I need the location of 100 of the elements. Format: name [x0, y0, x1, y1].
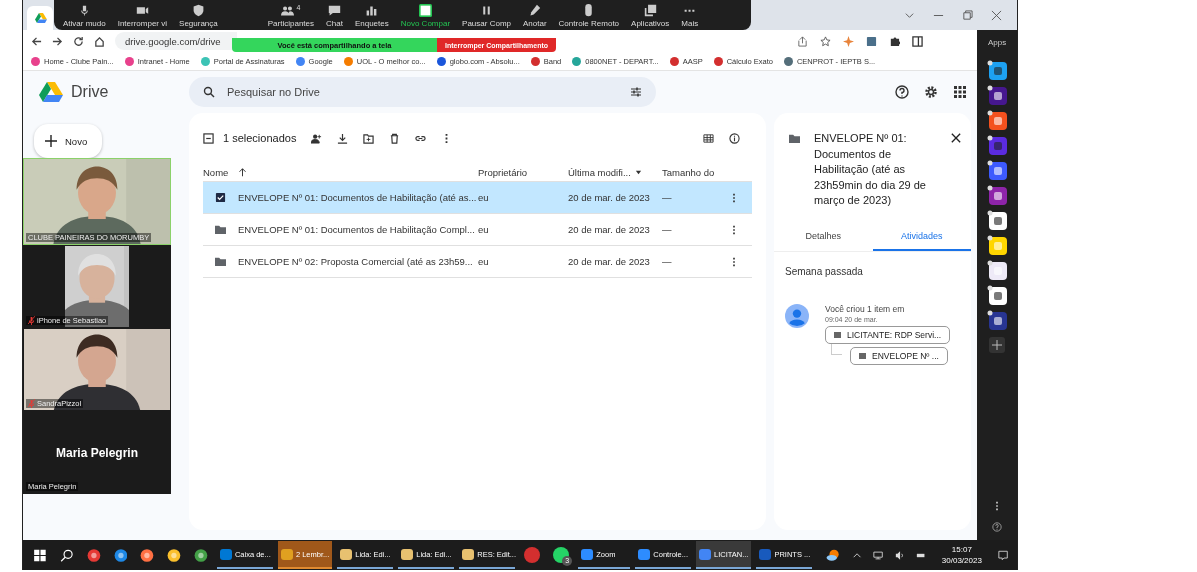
star-icon[interactable]	[820, 35, 831, 47]
more-icon[interactable]	[732, 224, 736, 235]
toolbar-button[interactable]: Aplicativos	[630, 4, 671, 28]
app-icon[interactable]	[987, 235, 1008, 255]
toolbar-button[interactable]: Anotar	[522, 4, 548, 28]
settings-icon[interactable]	[924, 85, 939, 99]
toolbar-button[interactable]: Novo Compar	[399, 4, 452, 28]
column-header[interactable]: Proprietário	[478, 166, 528, 178]
search-bar[interactable]: Pesquisar no Drive	[189, 77, 656, 107]
app-icon[interactable]	[987, 85, 1008, 105]
date-cell: 20 de mar. de 2023	[568, 192, 650, 203]
toolbar-button[interactable]: Pausar Comp	[461, 4, 512, 28]
address-bar[interactable]: drive.google.com/drive	[115, 32, 237, 50]
app-icon[interactable]	[987, 260, 1008, 280]
apps-grid-icon[interactable]	[953, 85, 968, 99]
app-icon[interactable]	[987, 135, 1008, 155]
file-row[interactable]: ENVELOPE Nº 01: Documentos de Habilitação (até as... eu 20 de mar. de 2023 —	[203, 182, 752, 214]
file-name: ENVELOPE Nº 01: Documentos de Habilitação Compl...	[238, 224, 475, 235]
side-panel-icon[interactable]	[912, 35, 923, 47]
toolbar-button[interactable]: Controle Remoto	[557, 4, 621, 28]
file-row[interactable]: ENVELOPE Nº 01: Documentos de Habilitação Compl... eu 20 de mar. de 2023 —	[203, 214, 752, 246]
activity-text: Você criou 1 item em	[825, 303, 905, 314]
help-icon[interactable]	[895, 85, 910, 99]
column-header[interactable]: Tamanho do	[662, 166, 715, 178]
folder-icon	[789, 133, 800, 144]
toolbar-button[interactable]: Ativar mudo	[62, 4, 107, 28]
search-input[interactable]: Pesquisar no Drive	[225, 85, 620, 99]
participants-icon	[281, 4, 295, 17]
sidebar-title: Apps	[987, 38, 1007, 47]
app-icon[interactable]	[987, 60, 1008, 80]
drive-logo-icon	[35, 13, 47, 23]
owner-cell: eu	[478, 192, 489, 203]
app-icon[interactable]	[194, 547, 208, 563]
more-icon[interactable]	[732, 256, 736, 267]
search-icon[interactable]	[59, 547, 74, 563]
home-icon[interactable]	[94, 35, 105, 47]
more-icon[interactable]	[732, 192, 736, 203]
toolbar-button[interactable]: Mais	[680, 4, 700, 28]
new-button[interactable]: Novo	[34, 124, 102, 158]
apps-icon	[643, 4, 657, 17]
owner-cell: eu	[478, 256, 489, 267]
move-folder-icon[interactable]	[363, 132, 375, 144]
app-icon[interactable]	[987, 310, 1008, 330]
folder-chip[interactable]: LICITANTE: RDP Servi...	[825, 325, 951, 344]
details-tab[interactable]: Detalhes	[774, 230, 873, 251]
back-icon[interactable]	[31, 35, 42, 47]
share-person-icon[interactable]	[311, 132, 323, 144]
info-icon[interactable]	[729, 132, 740, 144]
owner-cell: eu	[478, 224, 489, 235]
size-cell: —	[662, 224, 672, 235]
add-icon[interactable]	[987, 335, 1008, 355]
file-row[interactable]: ENVELOPE Nº 02: Proposta Comercial (até as 23h59... eu 20 de mar. de 2023 —	[203, 246, 752, 278]
file-name: ENVELOPE Nº 02: Proposta Comercial (até as 23h59...	[238, 256, 473, 267]
column-header[interactable]: Última modifi...	[568, 166, 631, 178]
sort-arrow-icon[interactable]	[238, 167, 248, 177]
column-header[interactable]: Nome	[203, 166, 229, 178]
app-icon[interactable]	[987, 185, 1008, 205]
network-icon[interactable]	[873, 549, 884, 561]
forward-icon[interactable]	[52, 35, 63, 47]
toolbar-button[interactable]: Enquetes	[353, 4, 390, 28]
app-icon[interactable]	[167, 547, 182, 563]
app-icon[interactable]	[987, 210, 1008, 230]
pencil-icon	[528, 4, 542, 17]
details-tab[interactable]: Atividades	[872, 230, 971, 251]
grid-view-icon[interactable]	[703, 132, 714, 144]
size-cell: —	[662, 192, 672, 203]
reload-icon[interactable]	[73, 35, 84, 47]
app-icon[interactable]	[113, 547, 128, 563]
close-icon[interactable]	[951, 133, 961, 143]
share-icon[interactable]	[797, 35, 808, 47]
speaker-icon[interactable]	[894, 549, 905, 561]
app-icon[interactable]	[987, 110, 1008, 130]
notification-icon[interactable]	[997, 549, 1008, 561]
drive-logo-icon	[39, 82, 63, 102]
dropdown-icon[interactable]	[634, 168, 642, 176]
start-icon[interactable]	[33, 547, 47, 563]
date-cell: 20 de mar. de 2023	[568, 224, 650, 235]
app-icon[interactable]	[987, 160, 1008, 180]
folder-chip[interactable]: ENVELOPE Nº ...	[850, 346, 948, 365]
toolbar-button[interactable]: Chat	[325, 4, 344, 28]
bar-chart-icon	[365, 4, 379, 17]
app-icon[interactable]	[987, 285, 1008, 305]
selection-count: 1 selecionados	[223, 132, 297, 144]
section-heading: Semana passada	[784, 264, 864, 277]
checkbox-icon[interactable]	[215, 192, 226, 203]
trash-icon[interactable]	[389, 132, 401, 144]
deselect-icon[interactable]	[203, 132, 214, 144]
toolbar-button[interactable]: Segurança	[178, 4, 219, 28]
puzzle-icon[interactable]	[889, 35, 900, 47]
app-icon[interactable]	[140, 547, 155, 563]
app-icon[interactable]	[86, 547, 101, 563]
browser-tab[interactable]	[27, 6, 53, 30]
weather-icon[interactable]	[826, 547, 841, 563]
size-cell: —	[662, 256, 672, 267]
clock[interactable]: 15:07 30/03/2023	[941, 544, 982, 566]
filter-icon[interactable]	[630, 86, 642, 98]
date-cell: 20 de mar. de 2023	[568, 256, 650, 267]
download-icon[interactable]	[337, 132, 349, 144]
restore-icon[interactable]	[962, 9, 973, 21]
toolbar-button[interactable]: Interromper vi	[116, 4, 169, 28]
